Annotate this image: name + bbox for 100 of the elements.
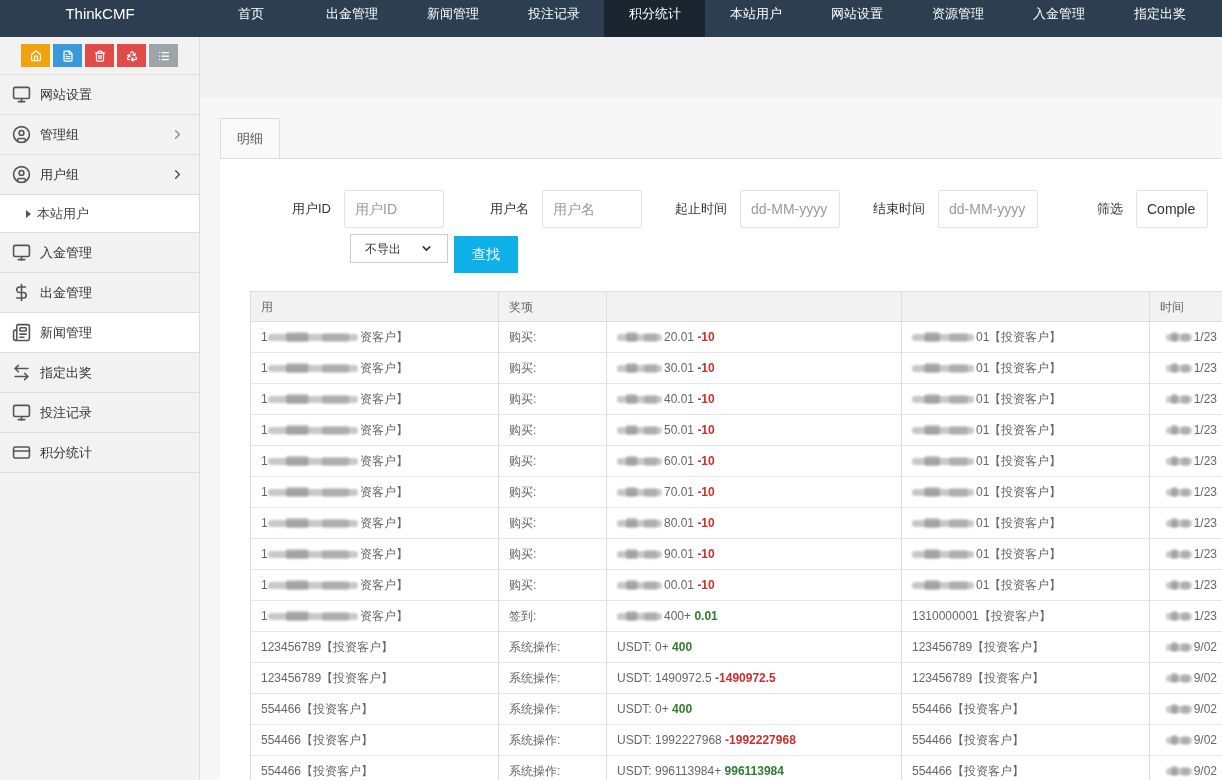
sidebar-label: 本站用户	[37, 204, 89, 223]
export-select[interactable]: 不导出	[350, 234, 448, 263]
cell-text: 01【投资客户】	[976, 329, 1062, 346]
cell-text: 1	[261, 453, 268, 470]
recycle-button[interactable]	[117, 44, 146, 67]
column-header: 时间	[1160, 298, 1184, 316]
sidebar-label: 网站设置	[40, 85, 93, 104]
cell-text: USDT: 996113984+ 996113984	[617, 763, 784, 780]
sidebar-subitem[interactable]: 本站用户	[0, 195, 199, 233]
cell-text: 30.01 -10	[664, 360, 715, 377]
nav-tab[interactable]: 网站设置	[806, 0, 907, 37]
cell-text: 1/23	[1193, 577, 1217, 594]
sidebar-label: 用户组	[40, 165, 80, 184]
cell-text: 554466【投资客户】	[261, 763, 374, 780]
cell-text: 123456789【投资客户】	[912, 639, 1045, 656]
cell-text: 50.01 -10	[664, 422, 715, 439]
sidebar-item[interactable]: 管理组	[0, 115, 199, 155]
cell-text: 资客户】	[359, 391, 408, 408]
cell-text: 1	[261, 608, 268, 625]
cell-text: 签到:	[509, 608, 537, 625]
cell-text: 资客户】	[359, 484, 408, 501]
filter-label: 起止时间	[674, 200, 727, 219]
sidebar-item[interactable]: 积分统计	[0, 433, 199, 473]
list-button[interactable]	[149, 44, 178, 67]
cell-text: 购买:	[509, 515, 537, 532]
cell-text: 1	[261, 577, 268, 594]
nav-tab[interactable]: 资源管理	[907, 0, 1008, 37]
nav-tab[interactable]: 指定出奖	[1109, 0, 1210, 37]
tab[interactable]: 明细	[220, 118, 280, 158]
cell-text: 9/02	[1193, 639, 1217, 656]
cell-text: 系统操作:	[509, 701, 561, 718]
cell-text: 9/02	[1193, 763, 1217, 780]
cell-text: 554466【投资客户】	[261, 732, 374, 749]
newspaper-icon	[12, 323, 31, 342]
sidebar-item[interactable]: 投注记录	[0, 393, 199, 433]
home-button[interactable]	[21, 44, 50, 67]
cell-text: 购买:	[509, 453, 537, 470]
nav-tab[interactable]: 投注记录	[503, 0, 604, 37]
file-button[interactable]	[53, 44, 82, 67]
cell-text: 40.01 -10	[664, 391, 715, 408]
filter-field[interactable]: dd-MM-yyyy	[938, 190, 1038, 228]
cell-text: 资客户】	[359, 515, 408, 532]
sidebar-item[interactable]: 新闻管理	[0, 313, 199, 353]
filter-field[interactable]: dd-MM-yyyy	[740, 190, 840, 228]
nav-tab[interactable]: 出金管理	[301, 0, 402, 37]
brand-logo[interactable]: ThinkCMF	[0, 0, 200, 37]
filter-field[interactable]: 用户ID	[344, 190, 444, 228]
cell-text: 资客户】	[359, 360, 408, 377]
cell-text: 1	[261, 360, 268, 377]
cell-text: 01【投资客户】	[976, 484, 1062, 501]
sidebar-label: 入金管理	[40, 243, 93, 262]
sidebar-label: 积分统计	[40, 443, 93, 462]
cell-text: USDT: 1490972.5 -1490972.5	[617, 670, 776, 687]
sidebar-item[interactable]: 入金管理	[0, 233, 199, 273]
nav-tab[interactable]: 新闻管理	[402, 0, 503, 37]
cell-text: 9/02	[1193, 701, 1217, 718]
nav-tab[interactable]: 本站用户	[705, 0, 806, 37]
cell-text: 资客户】	[359, 577, 408, 594]
cell-text: 购买:	[509, 329, 537, 346]
cell-text: 80.01 -10	[664, 515, 715, 532]
cell-text: 70.01 -10	[664, 484, 715, 501]
cell-text: 购买:	[509, 546, 537, 563]
cell-text: 资客户】	[359, 453, 408, 470]
recycle-icon	[125, 49, 138, 62]
cell-text: 资客户】	[359, 608, 408, 625]
sidebar-label: 投注记录	[40, 403, 93, 422]
cell-text: 9/02	[1193, 670, 1217, 687]
column-header: 用	[261, 298, 273, 316]
cell-text: 554466【投资客户】	[912, 701, 1025, 718]
filter-field[interactable]: Comple	[1136, 190, 1208, 228]
nav-tab[interactable]: 积分统计	[604, 0, 705, 37]
sidebar-label: 管理组	[40, 125, 80, 144]
cell-text: 购买:	[509, 422, 537, 439]
cell-text: 系统操作:	[509, 639, 561, 656]
cell-text: 1/23	[1193, 453, 1217, 470]
cell-text: 资客户】	[359, 546, 408, 563]
cell-text: 1	[261, 329, 268, 346]
cell-text: USDT: 1992227968 -1992227968	[617, 732, 796, 749]
cell-text: 系统操作:	[509, 763, 561, 780]
cell-text: 554466【投资客户】	[912, 763, 1025, 780]
cell-text: 1/23	[1193, 484, 1217, 501]
nav-tab[interactable]: 入金管理	[1008, 0, 1109, 37]
nav-tab[interactable]: 首页	[200, 0, 301, 37]
cell-text: 1/23	[1193, 360, 1217, 377]
file-icon	[61, 49, 74, 62]
cell-text: 123456789【投资客户】	[912, 670, 1045, 687]
cell-text: 60.01 -10	[664, 453, 715, 470]
cell-text: 01【投资客户】	[976, 546, 1062, 563]
cell-text: 1310000001【投资客户】	[912, 608, 1051, 625]
sidebar-item[interactable]: 网站设置	[0, 75, 199, 115]
filter-field[interactable]: 用户名	[542, 190, 642, 228]
trash-button[interactable]	[85, 44, 114, 67]
exchange-icon	[12, 363, 31, 382]
cell-text: 01【投资客户】	[976, 453, 1062, 470]
sidebar-item[interactable]: 指定出奖	[0, 353, 199, 393]
cell-text: 购买:	[509, 484, 537, 501]
filter-label: 筛选	[1096, 200, 1123, 219]
cell-text: 01【投资客户】	[976, 515, 1062, 532]
list-icon	[157, 49, 170, 62]
cell-text: 00.01 -10	[664, 577, 715, 594]
